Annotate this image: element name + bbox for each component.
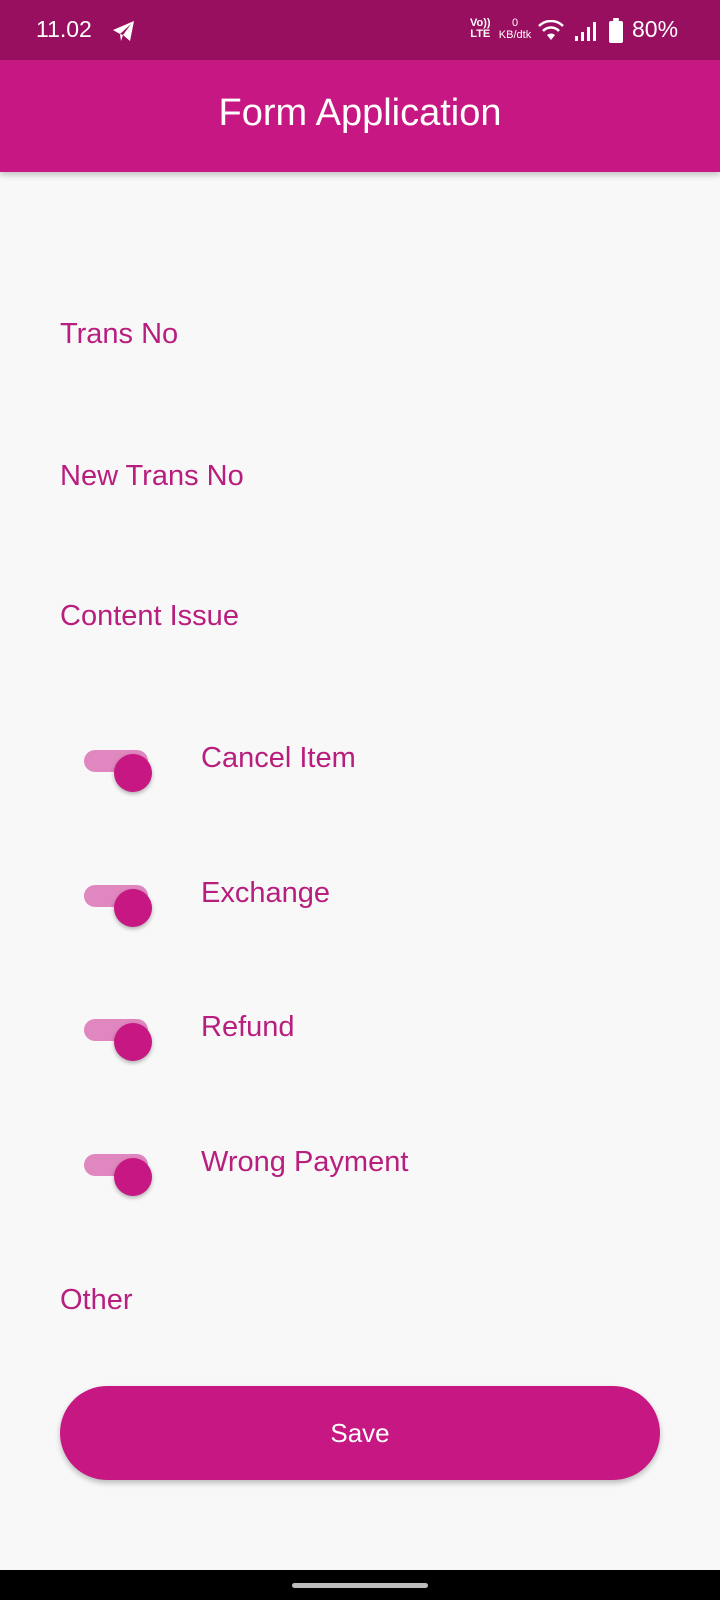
switch-label: Cancel Item bbox=[201, 742, 356, 774]
status-time: 11.02 bbox=[36, 16, 92, 42]
page-title: Form Application bbox=[218, 92, 502, 134]
new-trans-no-field[interactable]: New Trans No bbox=[60, 460, 244, 493]
volte-bottom: LTE bbox=[470, 28, 491, 40]
home-indicator[interactable] bbox=[292, 1583, 428, 1588]
net-speed: 0 KB/dtk bbox=[495, 17, 535, 41]
signal-icon bbox=[575, 22, 596, 41]
switch-row-refund: Refund bbox=[84, 1007, 584, 1061]
app-bar: Form Application bbox=[0, 60, 720, 172]
volte-icon: Vo)) LTE bbox=[470, 18, 491, 40]
status-bar: 11.02 Vo)) LTE 0 KB/dtk 80% bbox=[0, 0, 720, 60]
save-button[interactable]: Save bbox=[60, 1386, 660, 1480]
wrong-payment-switch[interactable] bbox=[84, 1154, 152, 1196]
battery-percentage: 80% bbox=[632, 16, 679, 42]
switch-thumb bbox=[114, 754, 152, 792]
navigation-bar bbox=[0, 1570, 720, 1600]
wifi-icon bbox=[538, 20, 564, 40]
content-issue-field[interactable]: Content Issue bbox=[60, 600, 239, 633]
switch-thumb bbox=[114, 889, 152, 927]
switch-row-cancel-item: Cancel Item bbox=[84, 738, 584, 792]
switch-label: Refund bbox=[201, 1011, 295, 1043]
trans-no-field[interactable]: Trans No bbox=[60, 318, 178, 351]
switch-label: Wrong Payment bbox=[201, 1146, 409, 1178]
switch-thumb bbox=[114, 1023, 152, 1061]
exchange-switch[interactable] bbox=[84, 885, 152, 927]
other-field[interactable]: Other bbox=[60, 1284, 133, 1317]
refund-switch[interactable] bbox=[84, 1019, 152, 1061]
net-speed-unit: KB/dtk bbox=[498, 29, 532, 41]
switch-row-exchange: Exchange bbox=[84, 873, 584, 927]
telegram-icon bbox=[113, 21, 134, 41]
cancel-item-switch[interactable] bbox=[84, 750, 152, 792]
switch-row-wrong-payment: Wrong Payment bbox=[84, 1142, 584, 1196]
switch-thumb bbox=[114, 1158, 152, 1196]
battery-icon bbox=[609, 18, 623, 43]
switch-label: Exchange bbox=[201, 877, 330, 909]
net-speed-value: 0 bbox=[511, 17, 519, 29]
